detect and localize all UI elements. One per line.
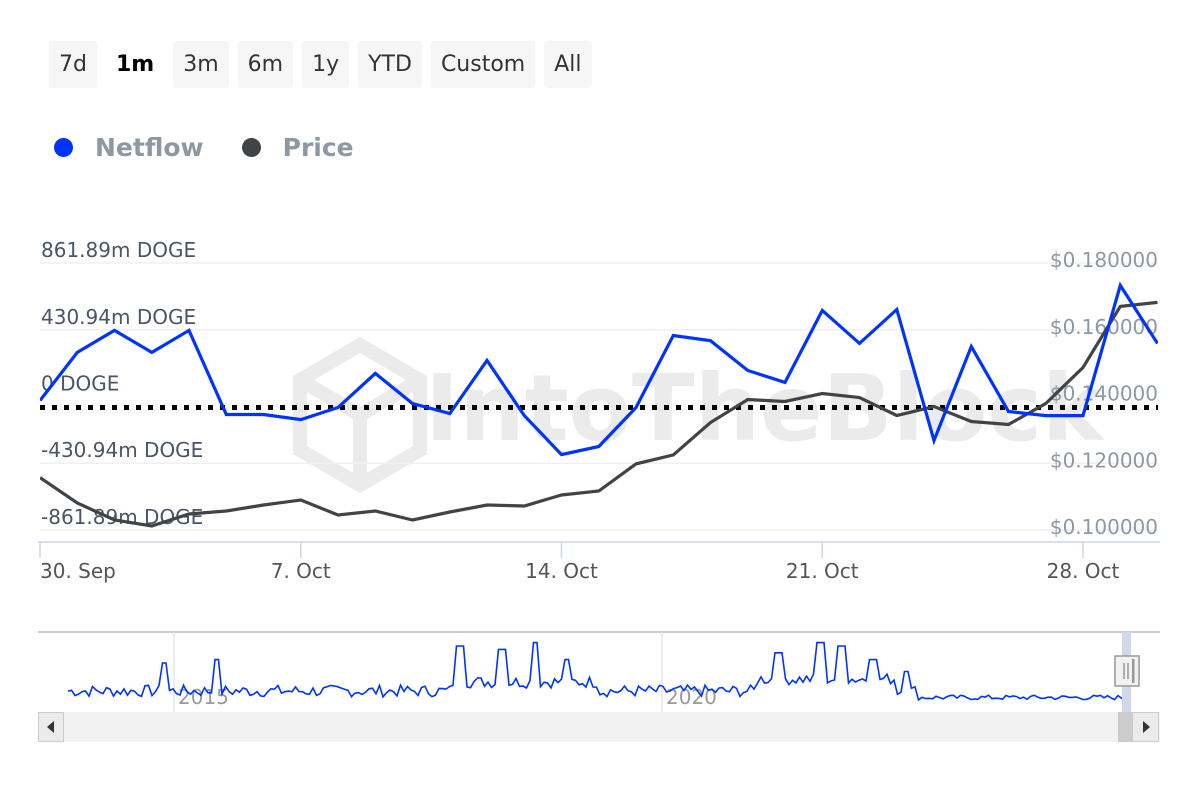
scrollbar-track[interactable] — [38, 712, 1160, 742]
scrollbar-thumb[interactable] — [1118, 712, 1132, 742]
y-right-tick-label: $0.100000 — [1050, 515, 1158, 539]
y-left-tick-label: 861.89m DOGE — [41, 238, 196, 262]
y-axis-right: $0.180000$0.160000$0.140000$0.120000$0.1… — [1050, 248, 1158, 539]
x-axis: 30. Sep 7. Oct 14. Oct 21. Oct 28. Oct — [38, 541, 1160, 583]
navigator[interactable]: 2015 2020 — [38, 631, 1160, 742]
x-tick-label: 14. Oct — [525, 559, 598, 583]
y-right-tick-label: $0.180000 — [1050, 248, 1158, 272]
x-tick-label: 7. Oct — [271, 559, 331, 583]
navigator-handle[interactable] — [1114, 655, 1140, 687]
x-tick-label: 21. Oct — [786, 559, 859, 583]
y-left-tick-label: 430.94m DOGE — [41, 305, 196, 329]
y-right-tick-label: $0.120000 — [1050, 448, 1158, 472]
chart-svg: IntoTheBlock 861.89m DOGE430.94m DOGE0 D… — [38, 238, 1160, 742]
x-tick-label: 28. Oct — [1047, 559, 1120, 583]
x-tick-label: 30. Sep — [40, 559, 116, 583]
scrollbar-right-button[interactable] — [1132, 712, 1159, 742]
y-axis-left: 861.89m DOGE430.94m DOGE0 DOGE-430.94m D… — [41, 238, 203, 529]
y-left-tick-label: -430.94m DOGE — [41, 438, 203, 462]
scrollbar-left-button[interactable] — [38, 712, 64, 742]
